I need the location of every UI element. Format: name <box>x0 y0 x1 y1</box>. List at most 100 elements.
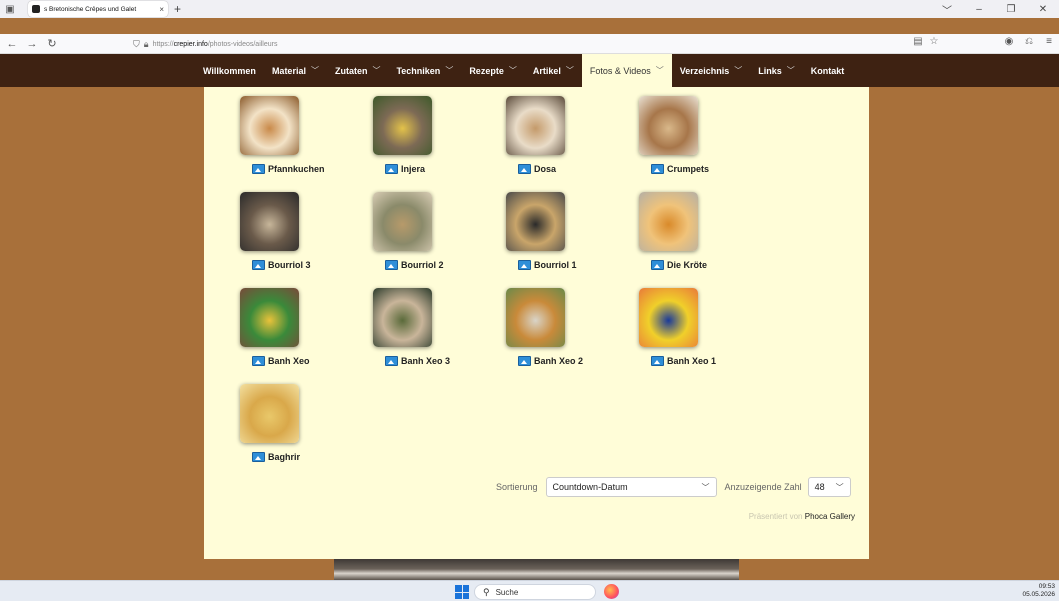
menu-item-links[interactable]: Links ﹀ <box>750 54 803 87</box>
gallery-thumbnail[interactable] <box>506 96 565 155</box>
gallery-item: Bourriol 1 <box>482 183 615 278</box>
powered-prefix: Präsentiert von <box>748 512 803 521</box>
menu-item-rezepte[interactable]: Rezepte ﹀ <box>461 54 525 87</box>
menu-item-fotos-videos[interactable]: Fotos & Videos ﹀ <box>581 54 672 87</box>
main-menu: Willkommen Material ﹀ Zutaten ﹀ Techniken ﹀ Rez… <box>195 54 852 87</box>
gallery-caption[interactable]: Banh Xeo 1 <box>651 356 716 366</box>
gallery-thumbnail[interactable] <box>373 288 432 347</box>
window-controls: ﹀ – ❐ ✕ <box>931 0 1059 18</box>
gallery-caption[interactable]: Bourriol 3 <box>252 260 311 270</box>
gallery-caption[interactable]: Bourriol 2 <box>385 260 444 270</box>
chevron-down-icon: ﹀ <box>835 482 844 492</box>
reader-view-icon[interactable]: ▤ <box>910 36 926 47</box>
menu-item-zutaten[interactable]: Zutaten ﹀ <box>327 54 389 87</box>
gallery-item-title: Injera <box>401 164 426 174</box>
clock-time: 09:53 <box>1038 583 1055 590</box>
gallery-item-title: Bourriol 3 <box>268 260 311 270</box>
gallery-item: Dosa <box>482 87 615 182</box>
gallery-caption[interactable]: Banh Xeo 2 <box>518 356 583 366</box>
image-icon <box>385 164 398 174</box>
gallery-thumbnail[interactable] <box>506 192 565 251</box>
gallery-caption[interactable]: Pfannkuchen <box>252 164 325 174</box>
menu-item-label: Artikel <box>532 65 561 76</box>
gallery-caption[interactable]: Die Kröte <box>651 260 707 270</box>
tab-list-icon[interactable]: ▣ <box>0 0 20 18</box>
menu-item-material[interactable]: Material ﹀ <box>264 54 327 87</box>
minimize-icon[interactable]: – <box>963 4 995 15</box>
menu-item-techniken[interactable]: Techniken ﹀ <box>388 54 461 87</box>
image-icon <box>518 164 531 174</box>
chevron-down-icon[interactable]: ﹀ <box>931 2 963 17</box>
gallery-caption[interactable]: Baghrir <box>252 452 300 462</box>
gallery-caption[interactable]: Bourriol 1 <box>518 260 577 270</box>
back-icon[interactable]: ← <box>4 38 20 50</box>
gallery-caption[interactable]: Banh Xeo <box>252 356 310 366</box>
gallery-thumbnail[interactable] <box>639 192 698 251</box>
chevron-down-icon: ﹀ <box>372 66 381 75</box>
gallery-item: Bourriol 2 <box>349 183 482 278</box>
gallery-item-title: Crumpets <box>667 164 710 174</box>
gallery-thumbnail[interactable] <box>240 288 299 347</box>
gallery-caption[interactable]: Injera <box>385 164 425 174</box>
forward-icon[interactable]: → <box>24 38 40 50</box>
gallery-thumbnail[interactable] <box>373 96 432 155</box>
account-icon[interactable]: ◉ <box>999 36 1019 47</box>
gallery-thumbnail[interactable] <box>240 96 299 155</box>
sort-select[interactable]: Countdown-Datum ﹀ <box>545 477 717 497</box>
menu-item-label: Kontakt <box>810 65 845 76</box>
gallery-item: Banh Xeo 3 <box>349 279 482 374</box>
reload-icon[interactable]: ↻ <box>44 37 60 50</box>
gallery-item: Crumpets <box>615 87 748 182</box>
tab-close-icon[interactable]: × <box>159 5 164 14</box>
new-tab-icon[interactable]: + <box>174 2 181 16</box>
menu-icon[interactable]: ≡ <box>1039 36 1059 47</box>
browser-tab[interactable]: s Bretonische Crêpes und Galet × <box>28 1 168 17</box>
os-taskbar: ⚲ Suche 09:53 05.05.2026 <box>0 580 1059 601</box>
powered-by: Präsentiert von Phoca Gallery <box>749 512 855 521</box>
gallery-item: Pfannkuchen <box>216 87 349 182</box>
bookmark-star-icon[interactable]: ☆ <box>926 36 942 47</box>
gallery-thumbnail[interactable] <box>240 192 299 251</box>
site-navigation: Willkommen Material ﹀ Zutaten ﹀ Techniken ﹀ Rez… <box>0 54 1059 87</box>
gallery-thumbnail[interactable] <box>639 288 698 347</box>
restore-icon[interactable]: ❐ <box>995 4 1027 15</box>
gallery-thumbnail[interactable] <box>639 96 698 155</box>
taskbar-search[interactable]: ⚲ Suche <box>474 584 596 600</box>
gallery-item-title: Bourriol 2 <box>401 260 444 270</box>
sort-value: Countdown-Datum <box>552 482 628 492</box>
gallery-caption[interactable]: Dosa <box>518 164 556 174</box>
lock-icon[interactable]: 🔒︎ <box>144 39 149 50</box>
gallery-caption[interactable]: Banh Xeo 3 <box>385 356 450 366</box>
system-clock[interactable]: 09:53 05.05.2026 <box>1022 583 1055 599</box>
count-label: Anzuzeigende Zahl <box>724 482 802 492</box>
menu-item-kontakt[interactable]: Kontakt <box>803 54 853 87</box>
menu-item-label: Zutaten <box>334 65 368 76</box>
gallery-caption[interactable]: Crumpets <box>651 164 709 174</box>
menu-item-artikel[interactable]: Artikel ﹀ <box>525 54 582 87</box>
gallery-item: Banh Xeo <box>216 279 349 374</box>
gallery-item-title: Pfannkuchen <box>268 164 325 174</box>
close-window-icon[interactable]: ✕ <box>1027 4 1059 15</box>
menu-item-willkommen[interactable]: Willkommen <box>195 54 264 87</box>
windows-start-icon[interactable] <box>455 585 469 599</box>
menu-item-verzeichnis[interactable]: Verzeichnis ﹀ <box>672 54 751 87</box>
url-input[interactable]: ⛉ 🔒︎ https:// crepier.info /photos-video… <box>133 36 943 52</box>
gallery-item-title: Die Kröte <box>667 260 708 270</box>
shield-icon[interactable]: ⛉ <box>133 39 140 50</box>
gallery-thumbnail[interactable] <box>240 384 299 443</box>
firefox-icon[interactable] <box>604 584 619 599</box>
count-value: 48 <box>814 482 825 492</box>
image-icon <box>252 164 265 174</box>
chevron-down-icon: ﹀ <box>701 482 710 492</box>
address-bar-row: ← → ↻ ⛉ 🔒︎ https:// crepier.info /photos… <box>0 34 1059 54</box>
gallery-thumbnail[interactable] <box>506 288 565 347</box>
count-select[interactable]: 48 ﹀ <box>807 477 851 497</box>
powered-brand-link[interactable]: Phoca Gallery <box>805 512 855 521</box>
gallery-item-title: Banh Xeo 1 <box>667 356 717 366</box>
chevron-down-icon: ﹀ <box>565 66 574 75</box>
menu-item-label: Links <box>758 65 782 76</box>
extensions-icon[interactable]: ⎌ <box>1019 36 1039 47</box>
chevron-down-icon: ﹀ <box>508 66 517 75</box>
toolbar-icons: ◉ ⎌ ≡ <box>999 36 1059 47</box>
gallery-thumbnail[interactable] <box>373 192 432 251</box>
